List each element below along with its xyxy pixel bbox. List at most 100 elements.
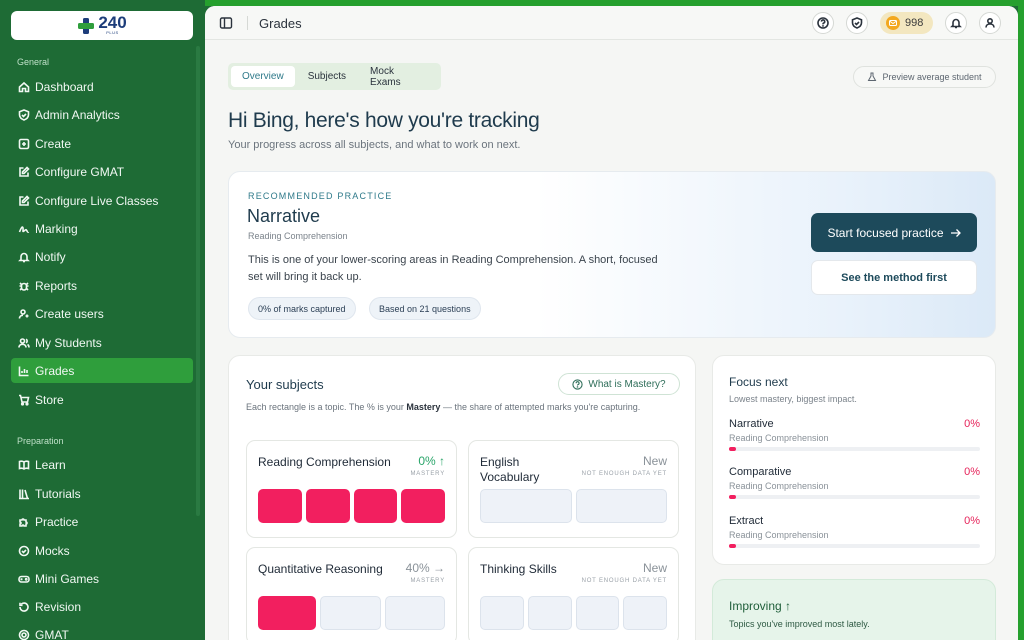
sidebar-item-marking[interactable]: Marking <box>11 216 193 241</box>
edit-square-icon <box>19 194 30 206</box>
sidebar-item-revision[interactable]: Revision <box>11 594 193 619</box>
recommended-practice-card: RECOMMENDED PRACTICE Narrative Reading C… <box>228 171 996 338</box>
sidebar-item-notify[interactable]: Notify <box>11 244 193 269</box>
focus-item-progress-bar <box>729 544 980 548</box>
topic-block[interactable] <box>384 596 445 630</box>
topic-blocks <box>258 489 445 523</box>
focus-item-progress-bar <box>729 447 980 451</box>
focus-item-extract[interactable]: Extract 0% Reading Comprehension <box>729 515 980 555</box>
sidebar-item-label: Mocks <box>35 543 70 558</box>
account-button[interactable] <box>979 12 1001 34</box>
sidebar-item-label: Dashboard <box>35 79 94 94</box>
topic-block[interactable] <box>527 596 572 630</box>
tile-name: English Vocabulary <box>480 455 540 484</box>
topbar-divider <box>247 16 248 30</box>
sidebar-item-reports[interactable]: Reports <box>11 273 193 298</box>
coins-count: 998 <box>905 17 924 29</box>
focus-next-card: Focus next Lowest mastery, biggest impac… <box>712 355 996 565</box>
sidebar-item-configure-live-classes[interactable]: Configure Live Classes <box>11 188 193 213</box>
target-icon <box>18 629 30 640</box>
focus-item-narrative[interactable]: Narrative 0% Reading Comprehension <box>729 418 980 458</box>
coins-badge[interactable]: 998 <box>880 12 933 34</box>
sidebar-item-label: Revision <box>35 599 82 614</box>
sidebar-item-create-users[interactable]: Create users <box>11 301 193 326</box>
what-is-mastery-button[interactable]: What is Mastery? <box>558 373 680 395</box>
sidebar-item-store[interactable]: Store <box>11 387 193 412</box>
topic-block[interactable] <box>623 596 667 630</box>
logo[interactable]: 240 PLUS <box>11 11 193 40</box>
sidebar-item-learn[interactable]: Learn <box>11 452 193 477</box>
sidebar-item-label: Marking <box>35 221 78 236</box>
arrow-right-icon <box>950 228 961 237</box>
puzzle-icon <box>19 517 28 527</box>
start-focused-practice-button[interactable]: Start focused practice <box>811 213 977 252</box>
sidebar-item-label: Create <box>35 136 72 151</box>
sidebar-item-create[interactable]: Create <box>11 131 193 156</box>
subject-tile-english-vocabulary[interactable]: English Vocabulary New NOT ENOUGH DATA Y… <box>468 440 679 538</box>
focus-subtitle: Lowest mastery, biggest impact. <box>729 394 857 404</box>
sidebar-item-practice[interactable]: Practice <box>11 509 193 534</box>
topic-block[interactable] <box>258 596 317 630</box>
sidebar-toggle-icon[interactable] <box>219 16 233 30</box>
help-button[interactable] <box>812 12 834 34</box>
signature-icon <box>18 225 30 233</box>
sidebar-item-label: Mini Games <box>35 571 100 586</box>
help-icon <box>572 378 584 390</box>
sidebar-item-label: My Students <box>35 335 102 350</box>
mastery-label: What is Mastery? <box>588 378 666 390</box>
focus-item-comparative[interactable]: Comparative 0% Reading Comprehension <box>729 466 980 506</box>
focus-title: Focus next <box>729 375 788 389</box>
subject-tile-quantitative-reasoning[interactable]: Quantitative Reasoning 40% → MASTERY <box>246 547 457 640</box>
sidebar-item-mini-games[interactable]: Mini Games <box>11 566 193 591</box>
topic-block[interactable] <box>480 489 572 523</box>
sidebar-item-gmat[interactable]: GMAT <box>11 622 193 640</box>
sidebar-item-grades[interactable]: Grades <box>11 358 193 383</box>
edit-square-icon <box>19 165 30 177</box>
tile-name: Quantitative Reasoning <box>258 562 383 576</box>
focus-item-subject: Reading Comprehension <box>729 481 829 491</box>
shield-check-button[interactable] <box>846 12 868 34</box>
sidebar-item-configure-gmat[interactable]: Configure GMAT <box>11 159 193 184</box>
plus-square-icon <box>18 138 30 149</box>
topic-block[interactable] <box>320 596 381 630</box>
see-method-button[interactable]: See the method first <box>811 260 977 295</box>
tile-tag: MASTERY <box>410 578 445 584</box>
tab-overview[interactable]: Overview <box>231 66 295 87</box>
topic-block[interactable] <box>258 489 302 523</box>
notifications-button[interactable] <box>945 12 967 34</box>
sidebar-item-label: Create users <box>35 306 104 321</box>
logo-cross-icon <box>78 17 95 34</box>
book-icon <box>18 459 30 470</box>
topic-block[interactable] <box>401 489 445 523</box>
sidebar-item-label: Grades <box>35 363 75 378</box>
sidebar-item-tutorials[interactable]: Tutorials <box>11 481 193 506</box>
tile-tag: NOT ENOUGH DATA YET <box>581 471 667 477</box>
topic-block[interactable] <box>575 489 667 523</box>
subjects-description: Each rectangle is a topic. The % is your… <box>246 402 641 412</box>
chart-icon <box>18 366 29 376</box>
sidebar-item-label: Reports <box>35 278 78 293</box>
topic-block[interactable] <box>480 596 524 630</box>
sidebar-item-admin-analytics[interactable]: Admin Analytics <box>11 102 193 127</box>
sidebar-item-dashboard[interactable]: Dashboard <box>11 74 193 99</box>
focus-item-subject: Reading Comprehension <box>729 433 829 443</box>
topic-block[interactable] <box>305 489 350 523</box>
subjects-title: Your subjects <box>246 377 324 392</box>
sidebar-item-mocks[interactable]: Mocks <box>11 538 193 563</box>
cart-icon <box>19 394 30 406</box>
subject-tile-thinking-skills[interactable]: Thinking Skills New NOT ENOUGH DATA YET <box>468 547 679 640</box>
library-icon <box>19 489 29 499</box>
subject-tile-reading-comprehension[interactable]: Reading Comprehension 0% ↑ MASTERY <box>246 440 457 538</box>
topic-block[interactable] <box>575 596 620 630</box>
top-bar: Grades 998 <box>205 6 1018 40</box>
tab-mock-exams[interactable]: Mock Exams <box>359 66 438 88</box>
sidebar-item-my-students[interactable]: My Students <box>11 330 193 355</box>
tab-subjects[interactable]: Subjects <box>297 66 357 87</box>
sidebar-scrollbar[interactable] <box>196 46 200 516</box>
sidebar-item-label: Learn <box>35 457 66 472</box>
window-frame-right <box>1018 0 1024 640</box>
preview-average-student-button[interactable]: Preview average student <box>853 66 996 88</box>
topic-blocks <box>258 596 445 630</box>
topic-block[interactable] <box>353 489 398 523</box>
focus-item-mastery: 0% <box>964 418 980 430</box>
